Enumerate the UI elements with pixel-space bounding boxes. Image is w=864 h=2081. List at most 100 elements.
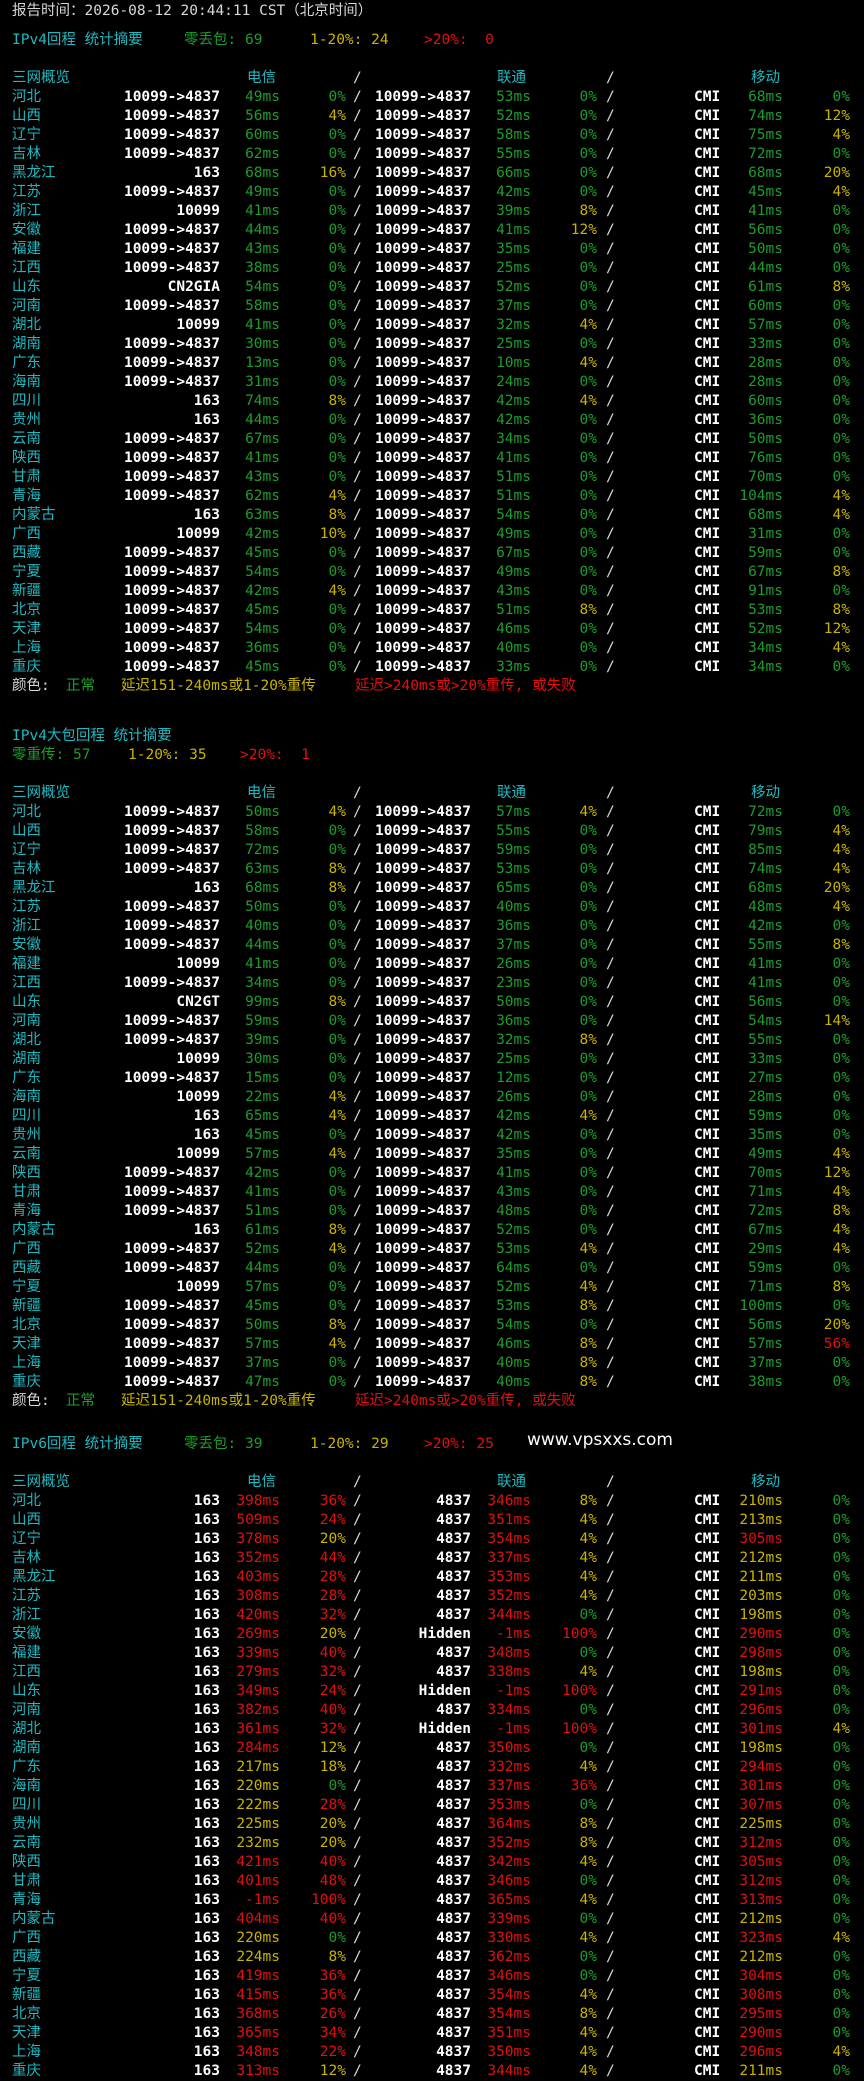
mobile-route: CMI xyxy=(694,1892,721,1908)
table-row: 山东 CN2GT 99ms 8%/10099->4837 50ms 0% / CMI 56ms 0… xyxy=(0,993,864,1012)
mobile-loss: 8% xyxy=(832,1203,850,1219)
row-sep-2: / xyxy=(606,1721,615,1737)
province-name: 陕西 xyxy=(12,1854,41,1870)
telecom-latency: 54ms xyxy=(245,279,280,295)
province-name: 浙江 xyxy=(12,1607,41,1623)
unicom-loss: 4% xyxy=(579,1108,597,1124)
unicom-loss: 0% xyxy=(579,545,597,561)
mobile-route: CMI xyxy=(694,1778,721,1794)
unicom-latency: 32ms xyxy=(496,1032,531,1048)
unicom-latency: 42ms xyxy=(496,184,531,200)
table-row: 西藏 10099->4837 44ms 0%/10099->4837 64ms 0% / CM… xyxy=(0,1259,864,1278)
table-row: 上海 10099->4837 37ms 0%/10099->4837 40ms 8% / CM… xyxy=(0,1354,864,1373)
telecom-loss: 0% xyxy=(328,450,346,466)
telecom-route: 10099->4837 xyxy=(123,222,220,238)
mobile-route: CMI xyxy=(694,1165,721,1181)
mobile-loss: 0% xyxy=(832,1626,850,1642)
mobile-latency: 71ms xyxy=(748,1184,783,1200)
header-sep-2: / xyxy=(606,785,615,801)
table-row: 河南 10099->4837 58ms 0%/10099->4837 37ms 0% / CM… xyxy=(0,297,864,316)
unicom-loss: 0% xyxy=(579,1968,597,1984)
row-sep-2: / xyxy=(606,880,615,896)
telecom-loss: 24% xyxy=(319,1512,346,1528)
telecom-route: 163 xyxy=(193,1626,220,1642)
mobile-loss: 0% xyxy=(832,1032,850,1048)
telecom-loss: 24% xyxy=(319,1683,346,1699)
unicom-loss: 0% xyxy=(579,1089,597,1105)
unicom-latency: 53ms xyxy=(496,1241,531,1257)
telecom-route: 10099->4837 xyxy=(123,1032,220,1048)
mobile-loss: 0% xyxy=(832,1911,850,1927)
telecom-loss: 4% xyxy=(328,1146,346,1162)
unicom-loss: 100% xyxy=(562,1721,597,1737)
mobile-latency: 313ms xyxy=(739,1892,783,1908)
unicom-loss: 0% xyxy=(579,1911,597,1927)
unicom-route: 10099->4837 xyxy=(374,1089,471,1105)
mobile-latency: 296ms xyxy=(739,2044,783,2060)
telecom-latency: 308ms xyxy=(236,1588,280,1604)
unicom-latency: 344ms xyxy=(487,1607,531,1623)
mobile-route: CMI xyxy=(694,1740,721,1756)
unicom-loss: 0% xyxy=(579,1797,597,1813)
unicom-latency: 42ms xyxy=(496,393,531,409)
unicom-route: 10099->4837 xyxy=(374,842,471,858)
summary-mid: 1-20%: 29 xyxy=(310,1436,389,1452)
province-name: 内蒙古 xyxy=(12,1911,56,1927)
unicom-loss: 4% xyxy=(579,1550,597,1566)
province-name: 重庆 xyxy=(12,659,41,675)
unicom-loss: 0% xyxy=(579,431,597,447)
row-sep-2: / xyxy=(606,222,615,238)
section-title: IPv6回程 统计摘要 xyxy=(12,1436,143,1452)
telecom-latency: 339ms xyxy=(236,1645,280,1661)
telecom-latency: 57ms xyxy=(245,1146,280,1162)
header-telecom: 电信 xyxy=(247,1474,276,1490)
mobile-route: CMI xyxy=(694,431,721,447)
unicom-latency: 364ms xyxy=(487,1816,531,1832)
mobile-loss: 0% xyxy=(832,146,850,162)
unicom-route: 10099->4837 xyxy=(374,1374,471,1390)
row-sep-2: / xyxy=(606,2025,615,2041)
unicom-loss: 4% xyxy=(579,1512,597,1528)
mobile-loss: 0% xyxy=(832,1355,850,1371)
table-row: 新疆 10099->4837 45ms 0%/10099->4837 53ms 8% / CM… xyxy=(0,1297,864,1316)
telecom-latency: 419ms xyxy=(236,1968,280,1984)
telecom-loss: 0% xyxy=(328,1930,346,1946)
unicom-loss: 0% xyxy=(579,621,597,637)
telecom-loss: 0% xyxy=(328,659,346,675)
unicom-latency: 40ms xyxy=(496,1355,531,1371)
header-unicom: 联通 xyxy=(497,1474,526,1490)
unicom-latency: 344ms xyxy=(487,2063,531,2079)
telecom-route: 163 xyxy=(193,1892,220,1908)
unicom-latency: 353ms xyxy=(487,1797,531,1813)
unicom-latency: 59ms xyxy=(496,842,531,858)
unicom-loss: 8% xyxy=(579,1374,597,1390)
unicom-loss: 0% xyxy=(579,89,597,105)
unicom-loss: 8% xyxy=(579,1816,597,1832)
mobile-latency: 74ms xyxy=(748,108,783,124)
telecom-latency: 382ms xyxy=(236,1702,280,1718)
mobile-latency: 312ms xyxy=(739,1835,783,1851)
telecom-latency: 34ms xyxy=(245,975,280,991)
unicom-latency: 50ms xyxy=(496,994,531,1010)
telecom-loss: 36% xyxy=(319,1493,346,1509)
unicom-loss: 8% xyxy=(579,1835,597,1851)
mobile-route: CMI xyxy=(694,1222,721,1238)
table-row: 重庆 10099->4837 47ms 0%/10099->4837 40ms 8% / CM… xyxy=(0,1373,864,1392)
telecom-loss: 0% xyxy=(328,1298,346,1314)
telecom-route: 10099->4837 xyxy=(123,1317,220,1333)
mobile-route: CMI xyxy=(694,1550,721,1566)
mobile-loss: 4% xyxy=(832,2044,850,2060)
mobile-route: CMI xyxy=(694,203,721,219)
mobile-route: CMI xyxy=(694,393,721,409)
table-row: 河北 10099->4837 50ms 4%/10099->4837 57ms 4% / CM… xyxy=(0,803,864,822)
row-sep-2: / xyxy=(606,975,615,991)
table-row: 黑龙江 163 68ms 8%/10099->4837 65ms 0% / CMI 68ms 20… xyxy=(0,879,864,898)
telecom-route: 163 xyxy=(193,1664,220,1680)
province-name: 湖南 xyxy=(12,1740,41,1756)
unicom-loss: 0% xyxy=(579,1607,597,1623)
mobile-loss: 0% xyxy=(832,1702,850,1718)
unicom-latency: -1ms xyxy=(496,1683,531,1699)
row-sep-2: / xyxy=(606,1051,615,1067)
mobile-loss: 0% xyxy=(832,260,850,276)
table-row: 北京 163 368ms 26%/4837 354ms 8% / CMI 295ms 0% xyxy=(0,2005,864,2024)
